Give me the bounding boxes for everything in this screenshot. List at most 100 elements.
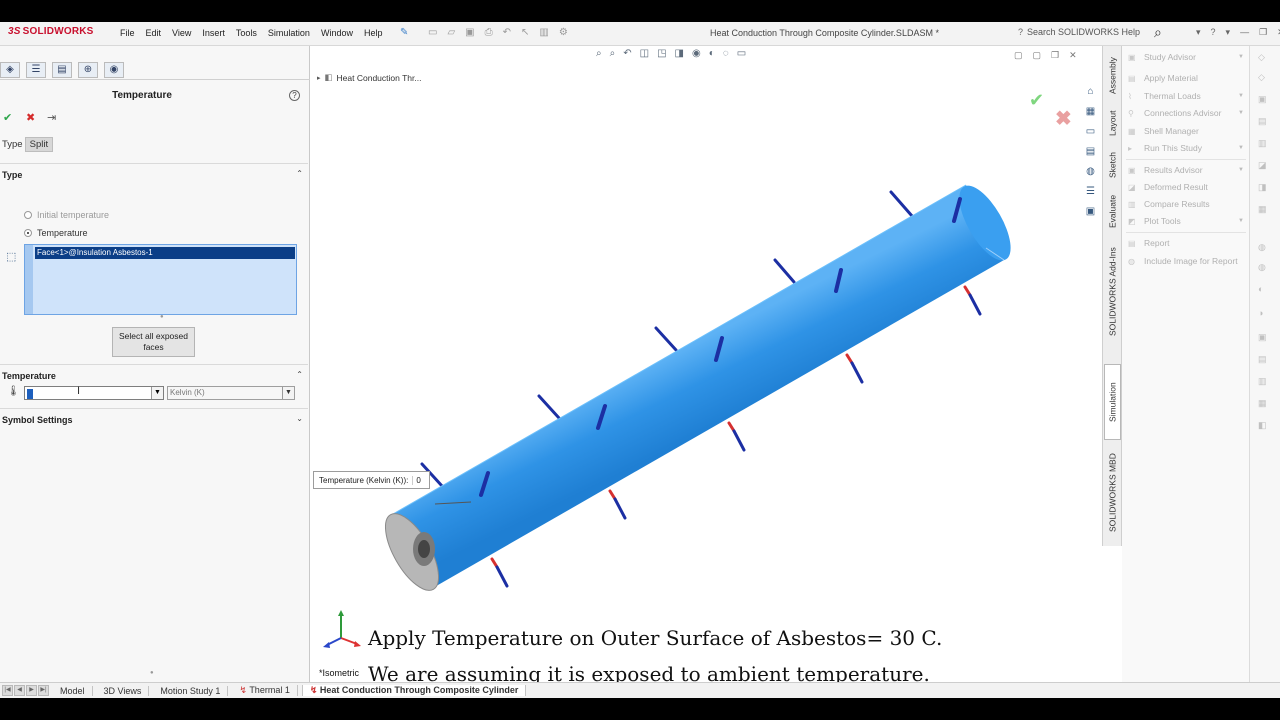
chevron-down-icon[interactable]: ▼	[282, 387, 294, 399]
callout-value[interactable]: 0	[412, 475, 428, 485]
tab-evaluate[interactable]: Evaluate	[1104, 188, 1121, 234]
tab-solidworks-mbd[interactable]: SOLIDWORKS MBD	[1104, 444, 1121, 542]
symbol-settings-header[interactable]: Symbol Settings ⌄	[0, 408, 308, 426]
cmd-connections-advisor[interactable]: ⚲ Connections Advisor ▼	[1128, 108, 1248, 118]
chevron-down-icon[interactable]: ▼	[1238, 167, 1244, 173]
radio-temperature[interactable]: Temperature	[24, 228, 88, 238]
face-selection-list[interactable]: Face<1>@Insulation Asbestos-1	[24, 244, 297, 315]
menu-simulation[interactable]: Simulation	[268, 28, 310, 38]
appearances-icon[interactable]: ◍	[1083, 164, 1098, 179]
cmd-thermal-loads[interactable]: ⌇ Thermal Loads ▼	[1128, 91, 1248, 101]
radio-initial-temperature[interactable]: Initial temperature	[24, 210, 109, 220]
undo-icon[interactable]: ↶	[503, 27, 511, 38]
tool-icon[interactable]: ◇	[1258, 52, 1265, 63]
cmd-run-this-study[interactable]: ▸ Run This Study ▼	[1128, 143, 1248, 153]
ok-check-icon[interactable]: ✔	[3, 111, 12, 124]
tab-model[interactable]: Model	[53, 685, 93, 696]
tool-icon[interactable]: ▦	[1258, 398, 1267, 409]
rebuild-icon[interactable]: ▥	[539, 27, 548, 38]
options-gear-icon[interactable]: ⚙	[559, 27, 568, 38]
help-icon[interactable]: ?	[289, 90, 300, 101]
tool-icon[interactable]: ◐	[1258, 284, 1263, 294]
tab-heat-conduction-study[interactable]: ↯ Heat Conduction Through Composite Cyli…	[301, 685, 527, 696]
chevron-down-icon[interactable]: ▼	[1238, 110, 1244, 116]
custom-properties-icon[interactable]: ☰	[1083, 184, 1098, 199]
tool-icon[interactable]: ▦	[1258, 204, 1267, 215]
cancel-x-icon[interactable]: ✖	[26, 111, 35, 124]
tool-icon[interactable]: ▥	[1258, 138, 1267, 149]
tool-icon[interactable]: ◍	[1258, 242, 1266, 253]
collapse-up-icon[interactable]: ⌃	[296, 169, 303, 178]
cmd-results-advisor[interactable]: ▣ Results Advisor ▼	[1128, 165, 1248, 175]
tool-icon[interactable]: ▥	[1258, 376, 1267, 387]
collapse-up-icon[interactable]: ⌃	[296, 370, 303, 379]
cmd-compare-results[interactable]: ▥ Compare Results	[1128, 199, 1248, 209]
select-all-exposed-faces-button[interactable]: Select all exposed faces	[112, 327, 195, 357]
menu-help[interactable]: Help	[364, 28, 383, 38]
open-icon[interactable]: ▱	[447, 27, 455, 38]
pushpin-icon[interactable]: ⇥	[47, 111, 56, 124]
tab-solidworks-add-ins[interactable]: SOLIDWORKS Add-Ins	[1104, 238, 1121, 346]
cmd-apply-material[interactable]: ▤ Apply Material	[1128, 73, 1248, 83]
cmd-report[interactable]: ▤ Report	[1128, 238, 1248, 248]
tool-icon[interactable]: ▣	[1258, 94, 1267, 105]
home-icon[interactable]: ⌂	[1083, 84, 1098, 99]
tool-icon[interactable]: ▤	[1258, 116, 1267, 127]
tool-icon[interactable]: ◪	[1258, 160, 1267, 171]
chevron-down-icon[interactable]: ▼	[1238, 218, 1244, 224]
menu-tools[interactable]: Tools	[236, 28, 257, 38]
tool-icon[interactable]: ▣	[1258, 332, 1267, 343]
cmd-deformed-result[interactable]: ◪ Deformed Result	[1128, 182, 1248, 192]
print-icon[interactable]: ⎙	[485, 27, 493, 38]
select-icon[interactable]: ↖	[521, 27, 529, 38]
help-icon[interactable]: ?	[1211, 27, 1216, 38]
solidworks-logo[interactable]: 3S SOLIDWORKS	[8, 26, 94, 37]
type-section-header[interactable]: Type ⌃	[0, 163, 308, 181]
cmd-include-image-for-report[interactable]: ◍ Include Image for Report	[1128, 256, 1248, 266]
cmd-plot-tools[interactable]: ◩ Plot Tools ▼	[1128, 216, 1248, 226]
help-search[interactable]: ? Search SOLIDWORKS Help	[1018, 27, 1148, 41]
tab-layout[interactable]: Layout	[1104, 104, 1121, 142]
tab-motion-study-1[interactable]: Motion Study 1	[153, 685, 229, 696]
chevron-down-icon[interactable]: ▼	[1238, 93, 1244, 99]
tab-type[interactable]: Type	[0, 137, 25, 152]
cmd-shell-manager[interactable]: ▦ Shell Manager	[1128, 126, 1248, 136]
tab-split[interactable]: Split	[24, 137, 54, 152]
minimize-icon[interactable]: —	[1240, 27, 1249, 38]
temperature-callout[interactable]: Temperature (Kelvin (K)): 0	[313, 471, 430, 489]
tab-assembly[interactable]: Assembly	[1104, 52, 1121, 100]
next-tab-icon[interactable]: ▶	[26, 685, 37, 696]
tool-icon[interactable]: ◨	[1258, 182, 1267, 193]
tab-sketch[interactable]: Sketch	[1104, 146, 1121, 184]
temperature-value-input[interactable]: 0 ▼	[24, 386, 164, 400]
tool-icon[interactable]: ◍	[1258, 262, 1266, 273]
last-tab-icon[interactable]: ▶|	[38, 685, 49, 696]
configuration-tab[interactable]: ▤	[52, 62, 72, 78]
selected-face-item[interactable]: Face<1>@Insulation Asbestos-1	[35, 247, 295, 259]
tab-3d-views[interactable]: 3D Views	[97, 685, 150, 696]
expand-down-icon[interactable]: ⌄	[296, 414, 303, 423]
new-icon[interactable]: ▭	[428, 27, 437, 38]
menu-file[interactable]: File	[120, 28, 135, 38]
file-explorer-icon[interactable]: ▭	[1083, 124, 1098, 139]
menu-view[interactable]: View	[172, 28, 191, 38]
cylinder-model[interactable]	[311, 46, 1101, 682]
feature-tree-tab[interactable]: ◈	[0, 62, 20, 78]
chevron-down-icon[interactable]: ▼	[151, 387, 163, 399]
restore-icon[interactable]: ❐	[1259, 27, 1267, 38]
view-palette-icon[interactable]: ▤	[1083, 144, 1098, 159]
chevron-down-icon[interactable]: ▼	[1238, 54, 1244, 60]
tool-icon[interactable]: ◑	[1258, 308, 1263, 318]
tab-thermal-1[interactable]: ↯ Thermal 1	[232, 685, 298, 696]
panel-grip-icon[interactable]: ●	[150, 670, 154, 676]
pin-menu-icon[interactable]: ✎	[400, 27, 408, 38]
prev-tab-icon[interactable]: ◀	[14, 685, 25, 696]
temperature-section-header[interactable]: Temperature ⌃	[0, 364, 308, 382]
save-icon[interactable]: ▣	[465, 27, 474, 38]
graphics-area[interactable]: ⌕ ⌕ ↶ ◫ ◳ ◨ ◉ ◐ ◌ ▭ ▢ ▢ ❐ ✕ ▸ ◧ Heat Con…	[311, 46, 1101, 682]
tool-icon[interactable]: ◧	[1258, 420, 1267, 431]
tab-simulation[interactable]: Simulation	[1104, 364, 1121, 440]
tool-icon[interactable]: ▤	[1258, 354, 1267, 365]
first-tab-icon[interactable]: |◀	[2, 685, 13, 696]
cmd-study-advisor[interactable]: ▣ Study Advisor ▼	[1128, 52, 1248, 62]
